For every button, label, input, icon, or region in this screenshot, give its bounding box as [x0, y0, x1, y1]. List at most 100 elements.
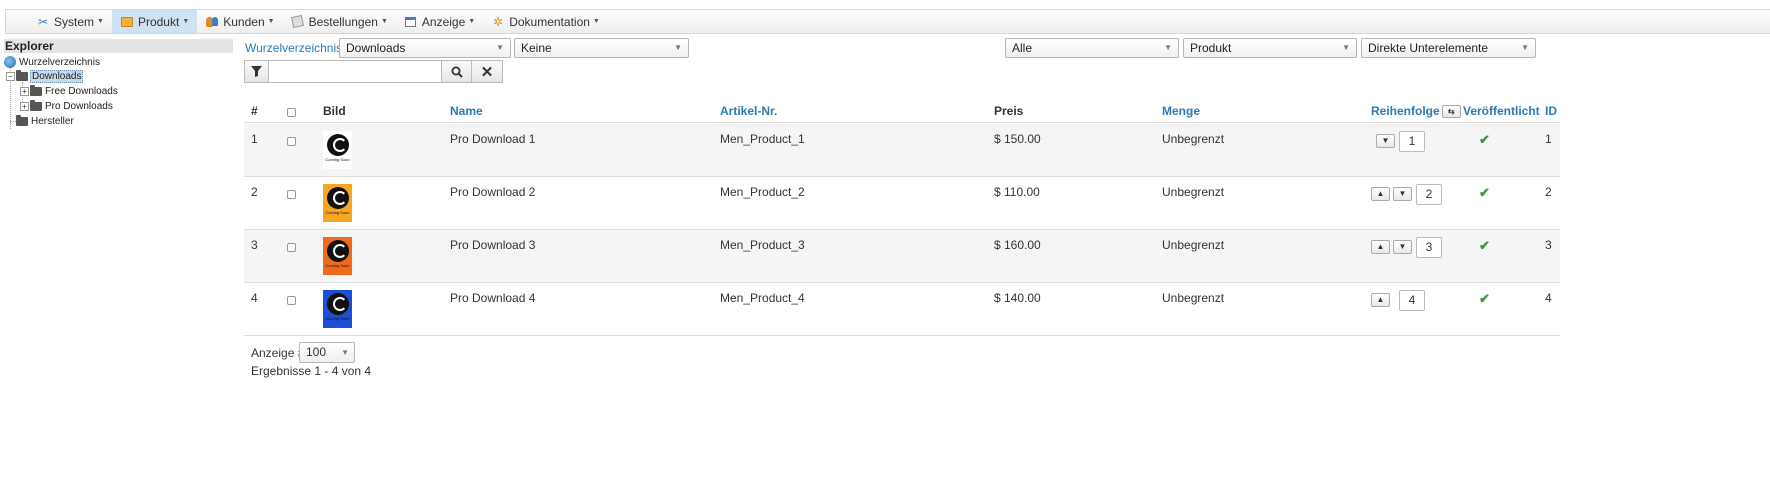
- menu-produkt[interactable]: Produkt ▼: [111, 10, 198, 33]
- folder-icon: [30, 84, 42, 96]
- tree-root[interactable]: Wurzelverzeichnis: [4, 55, 101, 69]
- row-checkbox[interactable]: [287, 188, 296, 202]
- users-icon: [205, 15, 219, 29]
- header-id[interactable]: ID: [1545, 104, 1557, 118]
- row-num: 4: [251, 291, 258, 305]
- filter-button[interactable]: [245, 61, 268, 82]
- order-input[interactable]: 3: [1416, 237, 1442, 258]
- menu-kunden[interactable]: Kunden ▼: [197, 10, 282, 33]
- product-thumbnail[interactable]: Coming Soon: [323, 131, 352, 169]
- globe-icon: [4, 56, 16, 68]
- header-published[interactable]: Veröffentlicht: [1463, 104, 1540, 118]
- product-thumbnail[interactable]: Coming Soon: [323, 237, 352, 275]
- chevron-down-icon: ▼: [674, 43, 682, 52]
- row-checkbox[interactable]: [287, 241, 296, 255]
- product-id: 2: [1545, 185, 1552, 199]
- move-up-button[interactable]: ▲: [1371, 187, 1390, 201]
- menu-bestellungen-label: Bestellungen: [308, 14, 378, 29]
- move-up-button[interactable]: ▲: [1371, 240, 1390, 254]
- limit-select[interactable]: 100 ▼: [299, 342, 355, 363]
- collapse-icon[interactable]: −: [6, 71, 15, 81]
- menu-bestellungen[interactable]: Bestellungen ▼: [283, 10, 396, 33]
- order-input[interactable]: 2: [1416, 184, 1442, 205]
- row-checkbox[interactable]: [287, 135, 296, 149]
- menu-dokumentation[interactable]: ✲ Dokumentation ▼: [483, 10, 608, 33]
- order-input[interactable]: 4: [1399, 290, 1425, 311]
- product-price: $ 150.00: [994, 132, 1041, 146]
- product-quantity: Unbegrenzt: [1162, 291, 1225, 305]
- product-price: $ 110.00: [994, 185, 1040, 199]
- product-name-link[interactable]: Pro Download 4: [450, 291, 535, 305]
- header-order[interactable]: Reihenfolge ⇆: [1371, 104, 1461, 119]
- move-down-button[interactable]: ▼: [1393, 240, 1412, 254]
- product-sku-link[interactable]: Men_Product_4: [720, 291, 805, 305]
- published-check-icon[interactable]: ✔: [1479, 132, 1490, 148]
- tree-item-downloads[interactable]: − Downloads: [6, 69, 84, 83]
- published-check-icon[interactable]: ✔: [1479, 238, 1490, 254]
- move-down-button[interactable]: ▼: [1393, 187, 1412, 201]
- header-image: Bild: [323, 104, 346, 118]
- box-icon: [120, 15, 134, 29]
- tree-item-downloads-label: Downloads: [30, 69, 84, 83]
- type-select[interactable]: Produkt ▼: [1183, 38, 1357, 58]
- folder-select[interactable]: Downloads ▼: [339, 38, 511, 58]
- product-name-link[interactable]: Pro Download 3: [450, 238, 535, 252]
- order-input[interactable]: 1: [1399, 131, 1425, 152]
- product-quantity: Unbegrenzt: [1162, 185, 1225, 199]
- header-sku[interactable]: Artikel-Nr.: [720, 104, 777, 118]
- display-icon: [404, 15, 418, 29]
- move-up-button[interactable]: ▲: [1371, 293, 1390, 307]
- scope-select[interactable]: Direkte Unterelemente ▼: [1361, 38, 1536, 58]
- chevron-down-icon: ▼: [1521, 43, 1529, 52]
- product-price: $ 140.00: [994, 291, 1041, 305]
- tree-root-label: Wurzelverzeichnis: [19, 56, 100, 68]
- tree-item-pro-downloads[interactable]: + Pro Downloads: [20, 99, 114, 113]
- header-quantity[interactable]: Menge: [1162, 104, 1200, 118]
- orders-icon: [291, 14, 305, 29]
- breadcrumb-root[interactable]: Wurzelverzeichnis/: [245, 41, 345, 55]
- published-check-icon[interactable]: ✔: [1479, 291, 1490, 307]
- main-menu-bar: ✂ System ▼ Produkt ▼ Kunden ▼ Bestellung…: [5, 9, 1770, 34]
- save-order-icon[interactable]: ⇆: [1441, 105, 1461, 119]
- search-input[interactable]: [268, 61, 442, 82]
- header-name[interactable]: Name: [450, 104, 483, 118]
- chevron-down-icon: ▼: [592, 18, 600, 25]
- tree-item-hersteller[interactable]: Hersteller: [16, 114, 75, 128]
- menu-system-label: System: [54, 14, 95, 29]
- product-thumbnail[interactable]: Coming Soon: [323, 290, 352, 328]
- menu-produkt-label: Produkt: [137, 14, 180, 29]
- clear-search-button[interactable]: ✕: [472, 61, 502, 82]
- folder-icon: [30, 99, 42, 111]
- product-name-link[interactable]: Pro Download 1: [450, 132, 535, 146]
- tree-item-free-downloads[interactable]: + Free Downloads: [20, 84, 119, 98]
- table-row: 1 Coming Soon Pro Download 1 Men_Product…: [244, 124, 1560, 177]
- row-checkbox[interactable]: [287, 294, 296, 308]
- product-name-link[interactable]: Pro Download 2: [450, 185, 535, 199]
- results-counter: Ergebnisse 1 - 4 von 4: [251, 364, 372, 378]
- header-num: #: [251, 104, 258, 118]
- menu-dokumentation-label: Dokumentation: [509, 14, 590, 29]
- menu-system[interactable]: ✂ System ▼: [28, 10, 112, 33]
- expand-icon[interactable]: +: [20, 86, 29, 96]
- select-all-checkbox[interactable]: [287, 106, 296, 120]
- menu-kunden-label: Kunden: [223, 14, 265, 29]
- published-check-icon[interactable]: ✔: [1479, 185, 1490, 201]
- product-sku-link[interactable]: Men_Product_1: [720, 132, 805, 146]
- chevron-down-icon: ▼: [1164, 43, 1172, 52]
- product-sku-link[interactable]: Men_Product_3: [720, 238, 805, 252]
- menu-anzeige[interactable]: Anzeige ▼: [396, 10, 483, 33]
- type-select-value: Produkt: [1190, 41, 1232, 55]
- thumbnail-caption: Coming Soon: [325, 316, 350, 321]
- product-price: $ 160.00: [994, 238, 1041, 252]
- search-button[interactable]: [442, 61, 472, 82]
- status-select[interactable]: Alle ▼: [1005, 38, 1179, 58]
- search-icon: [451, 66, 463, 78]
- folder-open-icon: [16, 69, 28, 81]
- tools-icon: ✂: [37, 14, 49, 29]
- product-sku-link[interactable]: Men_Product_2: [720, 185, 805, 199]
- second-select[interactable]: Keine ▼: [514, 38, 689, 58]
- chevron-down-icon: ▼: [267, 18, 275, 25]
- move-down-button[interactable]: ▼: [1376, 134, 1395, 148]
- product-thumbnail[interactable]: Coming Soon: [323, 184, 352, 222]
- expand-icon[interactable]: +: [20, 101, 29, 111]
